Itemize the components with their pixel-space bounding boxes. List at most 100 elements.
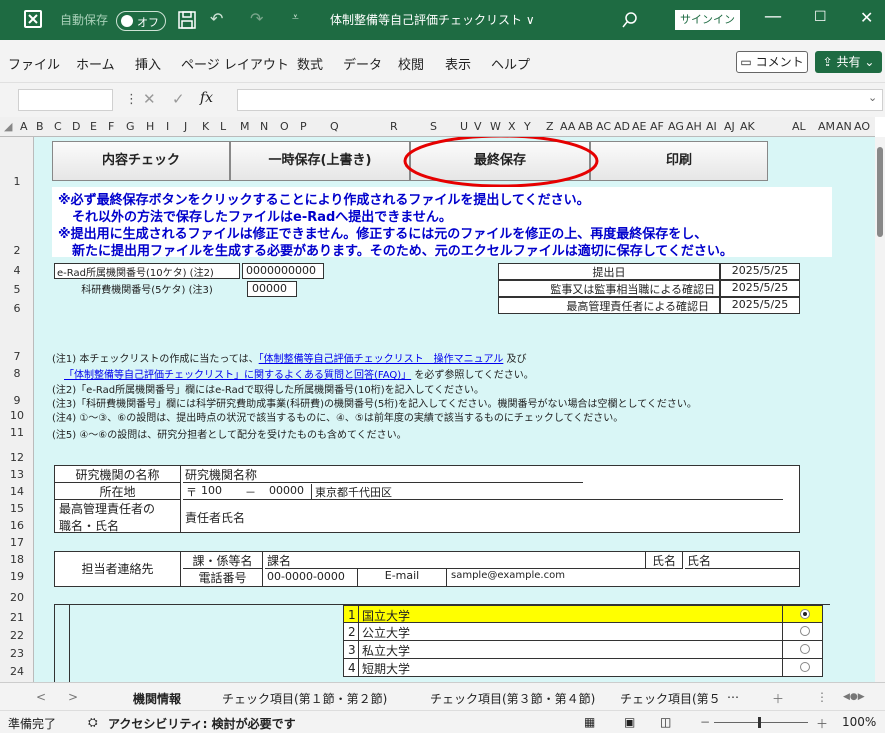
menu-formulas[interactable]: 数式 <box>297 54 323 73</box>
col-AI[interactable]: AI <box>706 120 717 133</box>
manager-value[interactable]: 責任者氏名 <box>185 509 245 526</box>
row-6[interactable]: 6 <box>0 302 34 315</box>
page-break-view-icon[interactable]: ◫ <box>660 715 671 729</box>
print-button[interactable]: 印刷 <box>590 141 768 181</box>
menu-view[interactable]: 表示 <box>445 54 471 73</box>
row-24[interactable]: 24 <box>0 665 34 678</box>
select-all-icon[interactable]: ◢ <box>4 120 12 133</box>
submit-date-value[interactable]: 2025/5/25 <box>720 263 800 280</box>
col-C[interactable]: C <box>54 120 62 133</box>
more-icon[interactable]: ⋮ <box>125 92 138 107</box>
col-AJ[interactable]: AJ <box>724 120 735 133</box>
row-5[interactable]: 5 <box>0 283 34 296</box>
more-tabs-icon[interactable]: ⋯ <box>727 690 739 704</box>
vertical-scrollbar[interactable] <box>875 137 885 682</box>
row-18[interactable]: 18 <box>0 553 34 566</box>
col-Q[interactable]: Q <box>330 120 339 133</box>
col-AL[interactable]: AL <box>792 120 806 133</box>
menu-data[interactable]: データ <box>343 54 382 73</box>
menu-page-layout[interactable]: ページ レイアウト <box>181 54 289 73</box>
type-radio-4[interactable] <box>800 662 810 672</box>
menu-file[interactable]: ファイル <box>8 54 60 73</box>
col-O[interactable]: O <box>280 120 289 133</box>
col-AH[interactable]: AH <box>686 120 702 133</box>
row-14[interactable]: 14 <box>0 485 34 498</box>
col-AA[interactable]: AA <box>560 120 575 133</box>
row-23[interactable]: 23 <box>0 647 34 660</box>
zoom-out-icon[interactable]: − <box>700 715 710 729</box>
file-name[interactable]: 体制整備等自己評価チェックリスト ∨ <box>330 11 535 28</box>
type-option-2[interactable]: 2 公立大学 <box>343 623 823 641</box>
zoom-slider[interactable] <box>714 722 808 723</box>
row-20[interactable]: 20 <box>0 591 34 604</box>
page-layout-view-icon[interactable]: ▣ <box>624 715 635 729</box>
expand-icon[interactable]: ⌄ <box>868 91 877 104</box>
maximize-icon[interactable]: ☐ <box>814 9 827 25</box>
formula-input[interactable] <box>237 89 883 111</box>
customize-qat-icon[interactable]: ⩡ <box>292 10 299 25</box>
col-AG[interactable]: AG <box>668 120 684 133</box>
col-A[interactable]: A <box>20 120 28 133</box>
minimize-icon[interactable]: — <box>764 6 782 27</box>
redo-icon[interactable]: ↷ <box>250 9 263 28</box>
comment-button[interactable]: ▭ コメント <box>736 51 808 73</box>
manager-date-value[interactable]: 2025/5/25 <box>720 297 800 314</box>
normal-view-icon[interactable]: ▦ <box>584 715 595 729</box>
dept-value[interactable]: 課名 <box>265 552 645 569</box>
row-9[interactable]: 9 <box>0 394 34 407</box>
tab-scroll-left-icon[interactable]: < <box>36 690 46 704</box>
audit-date-value[interactable]: 2025/5/25 <box>720 280 800 297</box>
accessibility-icon[interactable]: ⛭ <box>88 715 98 730</box>
col-V[interactable]: V <box>474 120 482 133</box>
menu-insert[interactable]: 挿入 <box>135 54 161 73</box>
signin-button[interactable]: サインイン <box>675 10 740 30</box>
autosave-toggle[interactable]: オフ <box>116 11 166 31</box>
tab-check-3-4[interactable]: チェック項目(第３節・第４節) <box>430 690 595 707</box>
zip-second[interactable]: 00000 <box>269 484 304 497</box>
col-AF[interactable]: AF <box>650 120 664 133</box>
col-AC[interactable]: AC <box>596 120 611 133</box>
zoom-slider-thumb[interactable] <box>758 717 761 728</box>
row-16[interactable]: 16 <box>0 519 34 532</box>
accessibility-status[interactable]: アクセシビリティ: 検討が必要です <box>108 715 296 732</box>
type-radio-1[interactable] <box>800 609 810 619</box>
save-icon[interactable] <box>178 11 196 29</box>
type-option-1[interactable]: 1 国立大学 <box>343 605 823 624</box>
tab-menu-icon[interactable]: ⋮ <box>816 690 828 704</box>
col-I[interactable]: I <box>166 120 169 133</box>
col-P[interactable]: P <box>300 120 307 133</box>
enter-icon[interactable]: ✓ <box>172 90 185 108</box>
row-10[interactable]: 10 <box>0 409 34 422</box>
row-13[interactable]: 13 <box>0 468 34 481</box>
col-E[interactable]: E <box>90 120 97 133</box>
function-icon[interactable]: fx <box>200 90 213 106</box>
row-17[interactable]: 17 <box>0 536 34 549</box>
col-R[interactable]: R <box>390 120 398 133</box>
row-12[interactable]: 12 <box>0 451 34 464</box>
zip-first[interactable]: 100 <box>201 484 222 497</box>
col-B[interactable]: B <box>36 120 44 133</box>
col-AE[interactable]: AE <box>632 120 646 133</box>
type-radio-2[interactable] <box>800 626 810 636</box>
col-L[interactable]: L <box>220 120 226 133</box>
col-F[interactable]: F <box>108 120 114 133</box>
tab-check-5[interactable]: チェック項目(第５ <box>620 690 721 707</box>
row-11[interactable]: 11 <box>0 426 34 439</box>
col-K[interactable]: K <box>202 120 209 133</box>
menu-help[interactable]: ヘルプ <box>491 54 530 73</box>
col-D[interactable]: D <box>72 120 80 133</box>
tab-check-1-2[interactable]: チェック項目(第１節・第２節) <box>222 690 387 707</box>
col-Y[interactable]: Y <box>524 120 531 133</box>
col-AB[interactable]: AB <box>578 120 593 133</box>
col-AO[interactable]: AO <box>854 120 870 133</box>
name-box[interactable] <box>18 89 113 111</box>
zoom-level[interactable]: 100% <box>842 715 876 729</box>
col-AN[interactable]: AN <box>836 120 852 133</box>
tab-institution-info[interactable]: 機関情報 <box>133 690 182 712</box>
row-7[interactable]: 7 <box>0 350 34 363</box>
contact-name-value[interactable]: 氏名 <box>685 552 799 569</box>
row-header[interactable]: 1 2 4 5 6 7 8 9 10 11 12 13 14 15 16 17 … <box>0 137 34 682</box>
scroll-thumb[interactable] <box>877 147 883 237</box>
col-J[interactable]: J <box>184 120 187 133</box>
row-4[interactable]: 4 <box>0 264 34 277</box>
